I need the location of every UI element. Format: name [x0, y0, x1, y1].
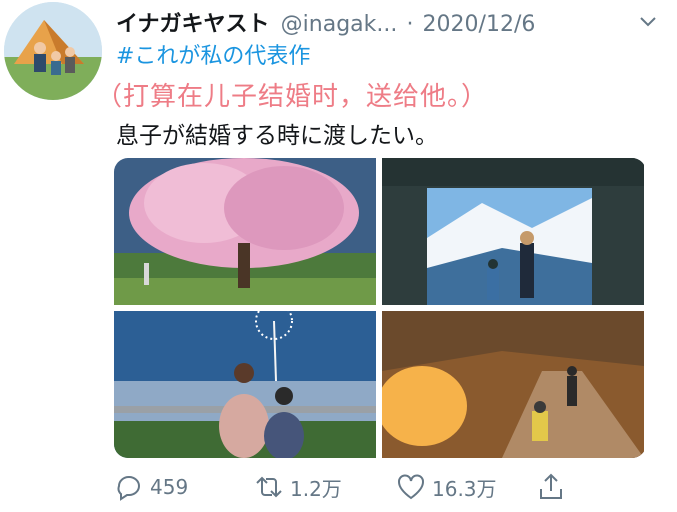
author-handle[interactable]: @inagak... — [281, 12, 398, 37]
reply-count: 459 — [150, 475, 189, 499]
retweet-count: 1.2万 — [290, 476, 342, 501]
retweet-icon — [256, 476, 282, 498]
avatar[interactable] — [4, 2, 102, 100]
reply-bubble-icon — [117, 476, 140, 501]
tweet-body: 息子が結婚する時に渡したい。 — [116, 123, 438, 149]
tweet-date[interactable]: 2020/12/6 — [423, 12, 536, 37]
author-name[interactable]: イナガキヤスト — [116, 12, 270, 37]
like-button[interactable]: 16.3万 — [396, 472, 497, 502]
photo-sunset-path[interactable] — [382, 311, 644, 458]
photo-cherry-blossom[interactable] — [114, 158, 376, 305]
retweet-button[interactable]: 1.2万 — [254, 472, 342, 502]
chevron-down-icon[interactable] — [637, 10, 659, 32]
photo-grid — [114, 158, 646, 458]
photo-mountain-bridge[interactable] — [382, 158, 644, 305]
translation-overlay: （打算在儿子结婚时，送给他。） — [96, 82, 489, 112]
heart-icon — [398, 474, 424, 500]
share-button[interactable] — [536, 472, 566, 502]
tweet-actions: 459 1.2万 16.3万 — [114, 472, 654, 508]
like-count: 16.3万 — [432, 476, 497, 501]
hashtag-link[interactable]: #これが私の代表作 — [116, 38, 310, 70]
separator: · — [406, 12, 414, 37]
photo-fireworks[interactable] — [114, 311, 376, 458]
tweet-header: イナガキヤスト @inagak... · 2020/12/6 — [116, 6, 667, 37]
reply-button[interactable]: 459 — [114, 472, 188, 502]
share-icon — [540, 473, 562, 499]
